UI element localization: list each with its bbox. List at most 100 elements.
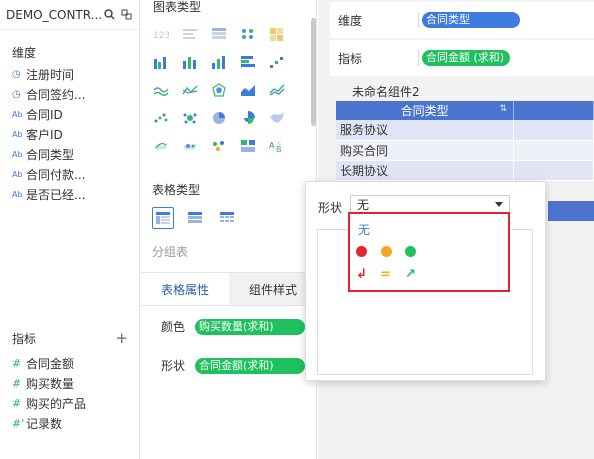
measure-region-label: 指标 [338,51,363,66]
text-chart-icon[interactable] [180,24,200,44]
area-chart-icon[interactable] [238,80,258,100]
number-field-icon: #' [12,416,25,430]
field-item[interactable]: Ab 是否已经... [0,184,139,204]
number-chart-icon[interactable]: 123 [151,24,171,44]
arrow-down-icon[interactable]: ↲ [356,267,367,282]
region-divider [418,50,419,66]
field-label: 合同ID [26,107,63,122]
word-cloud-chart-icon[interactable]: ABc [267,136,287,156]
table-total-row [548,201,594,221]
field-item[interactable]: Ab 合同类型 [0,144,139,164]
flow-map-chart-icon[interactable] [151,136,171,156]
dimensions-title: 维度 [12,45,37,60]
table-header-contract-type[interactable]: 合同类型 ⇅ [336,101,515,120]
field-item[interactable]: # 购买的产品 [0,393,140,413]
add-measure-button[interactable]: + [115,329,128,347]
number-field-icon: # [12,396,22,410]
clock-icon: ◷ [12,88,21,100]
table-types-title: 表格类型 [152,183,201,197]
equal-icon[interactable]: = [380,267,391,282]
field-item[interactable]: Ab 合同付款... [0,164,139,184]
detail-table-chart-icon[interactable] [209,24,229,44]
text-field-icon: Ab [12,189,23,199]
cross-table-icon[interactable] [184,207,206,229]
arrow-up-icon[interactable]: ↗ [405,267,416,282]
green-dot-icon[interactable] [405,246,416,257]
dashboard-chart-icon[interactable] [238,136,258,156]
field-item[interactable]: Ab 客户ID [0,124,139,144]
chart-types-title: 图表类型 [153,0,202,14]
dimension-field-pill[interactable]: 合同类型 [422,12,520,28]
field-label: 是否已经... [26,187,86,202]
dimension-region: 维度 合同类型 [330,2,594,38]
rose-chart-icon[interactable] [238,108,258,128]
search-icon[interactable] [104,9,115,20]
table-row: 长期协议 [336,160,594,181]
map-chart-icon[interactable] [267,108,287,128]
preview-table: 合同类型 ⇅ 服务协议 购买合同 长期协议 [336,101,594,181]
detail-table-icon[interactable] [216,207,238,229]
table-cell [513,120,594,141]
field-label: 合同类型 [26,147,75,162]
text-field-icon: Ab [12,149,23,159]
field-label: 购买的产品 [26,396,87,411]
heatmap-chart-icon[interactable] [267,24,287,44]
trend-chart-icon[interactable] [267,80,287,100]
bar-chart-icon[interactable] [180,52,200,72]
field-label: 合同签约... [26,87,86,102]
field-item[interactable]: # 购买数量 [0,373,140,393]
field-item[interactable]: # 合同金额 [0,353,140,373]
chart-type-grid: 123 ABc [141,16,316,156]
shape-property-row: 形状 合同金额(求和) [161,357,305,374]
grouped-bar-chart-icon[interactable] [151,52,171,72]
dimension-region-label: 维度 [338,13,363,28]
popup-shape-label: 形状 [318,201,343,215]
field-item[interactable]: ◷ 合同签约... [0,84,139,104]
tab-component-style[interactable]: 组件样式 [229,273,317,305]
bubble-chart-icon[interactable] [180,108,200,128]
sort-icon[interactable]: ⇅ [500,104,508,114]
red-dot-icon[interactable] [356,246,367,257]
property-tabs: 表格属性 组件样式 [141,272,317,306]
color-field-pill[interactable]: 购买数量(求和) [195,318,305,335]
table-row: 购买合同 [336,140,594,161]
stacked-bar-chart-icon[interactable] [209,52,229,72]
line-chart-icon[interactable] [151,80,171,100]
radar-chart-icon[interactable] [209,80,229,100]
tab-table-properties[interactable]: 表格属性 [141,273,229,305]
shape-select-value: 无 [357,198,370,212]
field-item[interactable]: Ab 合同ID [0,104,139,124]
dataset-panel: DEMO_CONTR... 维度 ◷ 注册时间 ◷ 合同签约... Ab 合同ID Ab 客户… [0,0,140,459]
component-title[interactable]: 未命名组件2 [352,83,420,100]
waterfall-chart-icon[interactable] [267,52,287,72]
table-header-label: 合同类型 [400,104,449,118]
switch-dataset-icon[interactable] [121,9,132,20]
dataset-name[interactable]: DEMO_CONTR... [6,8,102,22]
group-table-icon[interactable] [152,207,174,229]
scatter-chart-icon[interactable] [151,108,171,128]
field-label: 注册时间 [26,67,75,82]
option-none[interactable]: 无 [358,221,370,238]
field-label: 客户ID [26,127,63,142]
svg-text:c: c [278,140,281,147]
dataset-header: DEMO_CONTR... [0,0,139,30]
panel-scrollbar[interactable] [311,18,316,126]
matrix-chart-icon[interactable] [238,24,258,44]
polyline-chart-icon[interactable] [180,80,200,100]
table-header-measure[interactable] [513,101,594,120]
field-label: 合同付款... [26,167,86,182]
region-divider [418,12,419,28]
measure-field-pill[interactable]: 合同金额 (求和) [422,50,511,66]
shape-field-pill[interactable]: 合同金额(求和) [195,357,305,374]
pie-chart-icon[interactable] [209,108,229,128]
horizontal-bar-chart-icon[interactable] [238,52,258,72]
field-item[interactable]: #' 记录数 [0,413,140,433]
shape-label: 形状 [161,359,186,373]
text-field-icon: Ab [12,109,23,119]
orange-dot-icon[interactable] [381,246,392,257]
table-cell: 购买合同 [336,140,515,161]
bubble-map-chart-icon[interactable] [180,136,200,156]
field-item[interactable]: ◷ 注册时间 [0,64,139,84]
group-table-label: 分组表 [152,245,189,259]
mixed-chart-icon[interactable] [209,136,229,156]
